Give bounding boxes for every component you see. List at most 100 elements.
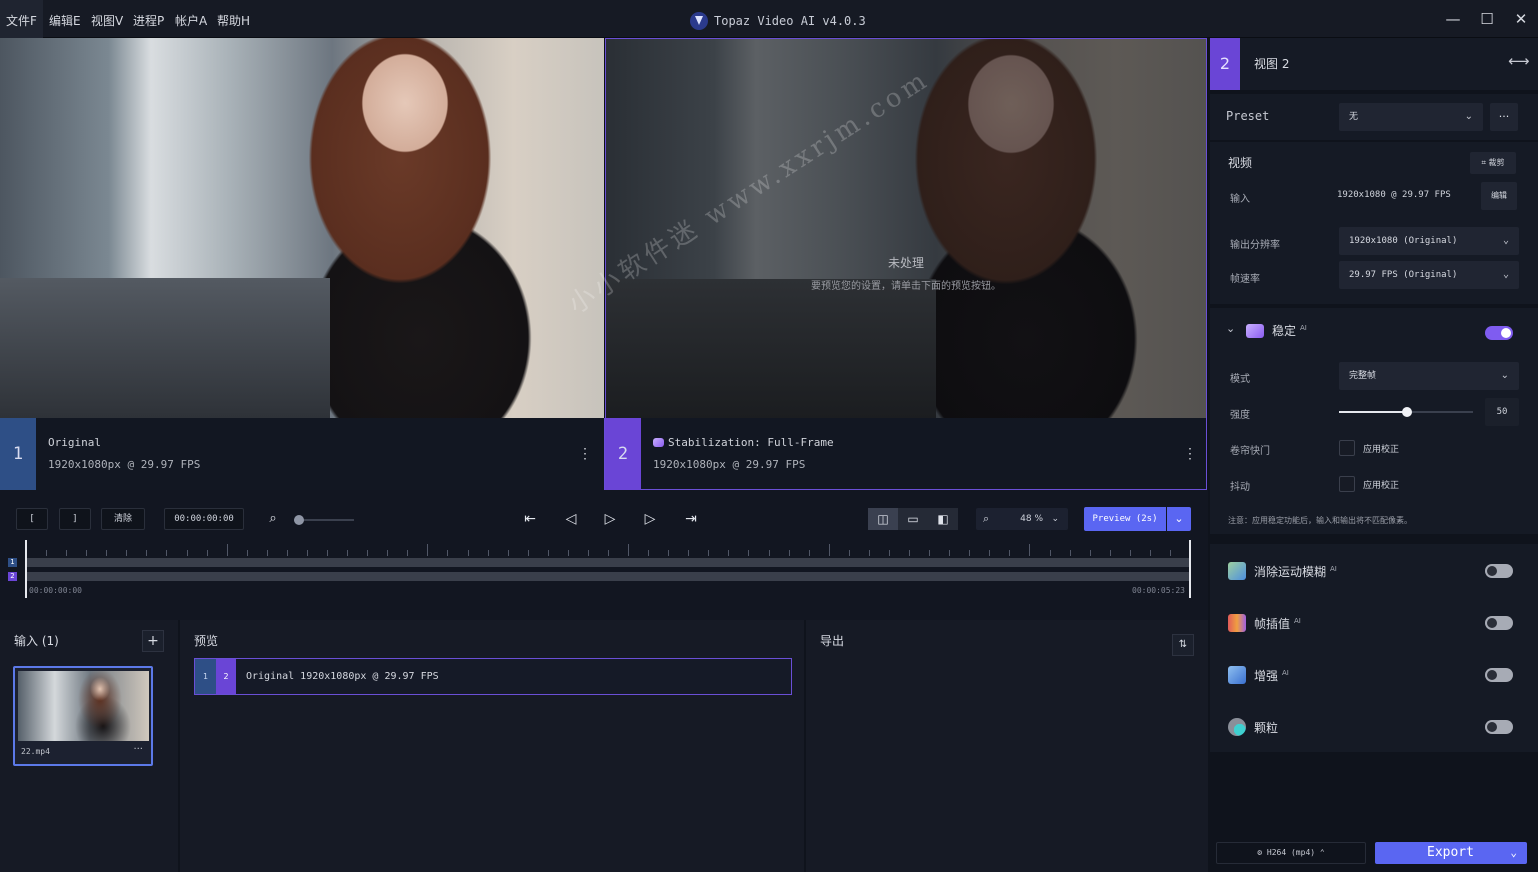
stabilization-collapse-icon[interactable]: ⌄ bbox=[1226, 322, 1235, 335]
preset-row: Preset 无 ⌄ ··· bbox=[1210, 94, 1538, 140]
menu-help[interactable]: 帮助H bbox=[211, 0, 256, 38]
zoom-chevron-icon: ⌄ bbox=[1051, 514, 1059, 524]
ruler-tick bbox=[327, 550, 329, 556]
skip-end-icon[interactable]: ⇥ bbox=[680, 509, 702, 529]
output-resolution-select[interactable]: 1920x1080 (Original) ⌄ bbox=[1339, 227, 1519, 255]
input-file-card[interactable]: 22.mp4 ··· bbox=[13, 666, 153, 766]
strength-slider-thumb[interactable] bbox=[1402, 407, 1412, 417]
zoom-select[interactable]: ⌕ 48 % ⌄ bbox=[976, 508, 1068, 530]
mode-select[interactable]: 完整帧 ⌄ bbox=[1339, 362, 1519, 390]
ruler-tick bbox=[628, 544, 630, 556]
timeline-track-1[interactable] bbox=[26, 558, 1190, 567]
zoom-search-icon[interactable]: ⌕ bbox=[262, 509, 284, 529]
preset-value: 无 bbox=[1349, 112, 1359, 122]
stabilization-ai-badge: AI bbox=[1300, 324, 1307, 332]
add-input-button[interactable]: + bbox=[142, 630, 164, 652]
output-resolution-chevron-icon: ⌄ bbox=[1502, 235, 1509, 246]
grain-toggle[interactable] bbox=[1485, 720, 1513, 734]
rolling-shutter-checkbox[interactable] bbox=[1339, 440, 1355, 456]
ruler-tick bbox=[427, 544, 429, 556]
timeline-ruler[interactable] bbox=[26, 542, 1191, 556]
export-chevron-icon[interactable]: ⌄ bbox=[1510, 842, 1517, 864]
step-back-icon[interactable]: ◁ bbox=[560, 509, 582, 529]
preview-dropdown-button[interactable]: ⌄ bbox=[1167, 507, 1191, 531]
original-preview-pane[interactable] bbox=[0, 38, 604, 418]
menu-account[interactable]: 帐户A bbox=[169, 0, 213, 38]
mark-out-button[interactable]: ] bbox=[59, 508, 91, 530]
menu-file[interactable]: 文件F bbox=[0, 0, 43, 38]
motion-blur-title-row: 消除运动模糊 AI bbox=[1228, 562, 1337, 580]
step-forward-icon[interactable]: ▷ bbox=[639, 509, 661, 529]
minimize-button[interactable]: — bbox=[1440, 6, 1466, 32]
menu-edit[interactable]: 编辑E bbox=[43, 0, 87, 38]
out-point-marker[interactable] bbox=[1189, 540, 1191, 598]
jitter-checkbox[interactable] bbox=[1339, 476, 1355, 492]
export-button[interactable]: Export ⌄ bbox=[1375, 842, 1527, 864]
pane2-number-badge: 2 bbox=[605, 418, 641, 490]
swap-view-icon[interactable]: ⟷ bbox=[1508, 52, 1530, 70]
export-label: Export bbox=[1427, 845, 1474, 860]
preview-button[interactable]: Preview (2s) bbox=[1084, 507, 1166, 531]
preset-select[interactable]: 无 ⌄ bbox=[1339, 103, 1483, 131]
ruler-tick bbox=[748, 550, 750, 556]
motion-blur-icon bbox=[1228, 562, 1246, 580]
timecode-field[interactable]: 00:00:00:00 bbox=[164, 508, 244, 530]
ruler-tick bbox=[648, 550, 650, 556]
menu-view[interactable]: 视图V bbox=[85, 0, 129, 38]
output-resolution-value: 1920x1080 (Original) bbox=[1349, 236, 1458, 246]
mark-in-button[interactable]: [ bbox=[16, 508, 48, 530]
menu-process[interactable]: 进程P bbox=[127, 0, 170, 38]
export-sort-button[interactable]: ⇅ bbox=[1172, 634, 1194, 656]
input-file-menu-button[interactable]: ··· bbox=[133, 744, 143, 755]
edit-input-button[interactable]: 编辑 bbox=[1481, 182, 1517, 210]
ruler-tick bbox=[728, 550, 730, 556]
timeline-zoom-slider[interactable] bbox=[294, 515, 354, 525]
strength-slider[interactable] bbox=[1339, 407, 1473, 417]
frame-interpolation-toggle[interactable] bbox=[1485, 616, 1513, 630]
video-section: 视频 ⌗ 裁剪 输入 1920x1080 @ 29.97 FPS 编辑 输出分辨… bbox=[1210, 142, 1538, 304]
ruler-tick bbox=[126, 550, 128, 556]
split-view-icon[interactable]: ◧ bbox=[928, 508, 958, 530]
ruler-tick bbox=[969, 550, 971, 556]
frame-rate-select[interactable]: 29.97 FPS (Original) ⌄ bbox=[1339, 261, 1519, 289]
ruler-tick bbox=[86, 550, 88, 556]
pane1-info-bar: 1 Original 1920x1080px @ 29.97 FPS ⋮ bbox=[0, 418, 604, 490]
enhance-ai-badge: AI bbox=[1282, 668, 1289, 677]
view-number-badge: 2 bbox=[1210, 38, 1240, 90]
ruler-tick bbox=[708, 550, 710, 556]
input-panel: 输入 (1) + 22.mp4 ··· bbox=[0, 620, 178, 872]
ruler-tick bbox=[166, 550, 168, 556]
codec-select[interactable]: ⚙ H264 (mp4) ⌃ bbox=[1216, 842, 1366, 864]
clear-marks-button[interactable]: 清除 bbox=[101, 508, 145, 530]
pane1-menu-button[interactable]: ⋮ bbox=[578, 444, 592, 464]
view-header: 2 视图 2 ⟷ bbox=[1210, 38, 1538, 90]
stabilization-toggle[interactable] bbox=[1485, 326, 1513, 340]
preset-more-button[interactable]: ··· bbox=[1490, 103, 1518, 131]
ruler-tick bbox=[608, 550, 609, 556]
maximize-button[interactable]: ☐ bbox=[1474, 6, 1500, 32]
close-button[interactable]: ✕ bbox=[1508, 6, 1534, 32]
timeline-track-2[interactable] bbox=[26, 572, 1190, 581]
strength-value-field[interactable]: 50 bbox=[1485, 398, 1519, 426]
enhance-toggle[interactable] bbox=[1485, 668, 1513, 682]
frame-rate-value: 29.97 FPS (Original) bbox=[1349, 270, 1458, 280]
rolling-shutter-check-label: 应用校正 bbox=[1363, 445, 1400, 455]
side-by-side-view-icon[interactable]: ◫ bbox=[868, 508, 898, 530]
ruler-tick bbox=[507, 550, 509, 556]
ruler-tick bbox=[567, 550, 569, 556]
preview-list-item[interactable]: 1 2 Original 1920x1080px @ 29.97 FPS bbox=[194, 658, 792, 695]
ruler-tick bbox=[768, 550, 770, 556]
single-view-icon[interactable]: ▭ bbox=[898, 508, 928, 530]
pane2-menu-button[interactable]: ⋮ bbox=[1183, 444, 1197, 464]
ruler-tick bbox=[929, 550, 931, 556]
track-1-badge: 1 bbox=[8, 558, 17, 567]
motion-blur-toggle[interactable] bbox=[1485, 564, 1513, 578]
skip-start-icon[interactable]: ⇤ bbox=[519, 509, 541, 529]
play-icon[interactable]: ▷ bbox=[599, 509, 621, 529]
original-video-frame bbox=[0, 38, 604, 418]
frame-interpolation-title-row: 帧插值 AI bbox=[1228, 614, 1301, 632]
pane2-name: Stabilization: Full-Frame bbox=[668, 436, 834, 449]
playhead[interactable] bbox=[25, 540, 27, 598]
mode-label: 模式 bbox=[1230, 374, 1250, 385]
crop-button[interactable]: ⌗ 裁剪 bbox=[1470, 152, 1516, 174]
